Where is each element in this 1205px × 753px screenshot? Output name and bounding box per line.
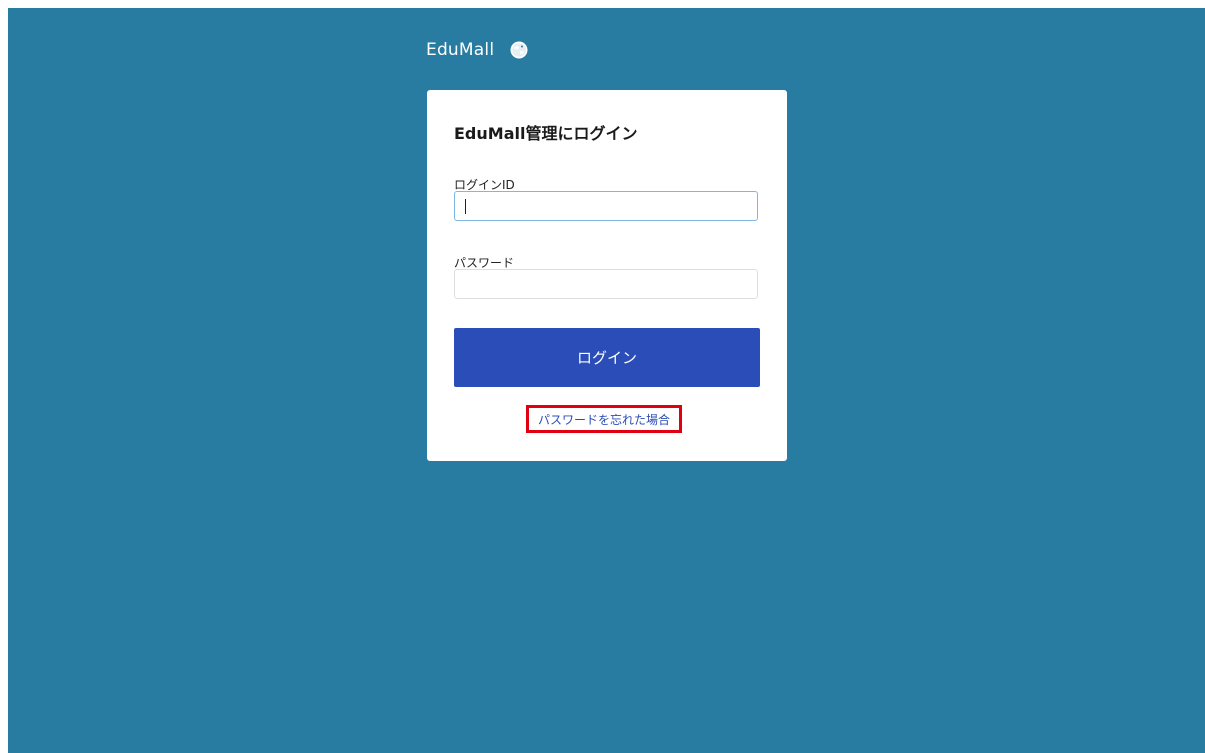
login-card: EduMall管理にログイン ログインID パスワード ログイン パスワードを忘… xyxy=(427,90,787,461)
login-button[interactable]: ログイン xyxy=(454,328,760,387)
edumall-logo: EduMall xyxy=(426,39,528,61)
login-id-input[interactable] xyxy=(454,191,758,221)
forgot-password-link[interactable]: パスワードを忘れた場合 xyxy=(526,405,682,433)
login-title: EduMall管理にログイン xyxy=(454,124,638,143)
logo-text: EduMall xyxy=(426,40,495,60)
page-background: EduMall EduMall管理にログイン ログインID パスワード ログイン… xyxy=(8,8,1205,753)
text-caret xyxy=(465,199,466,214)
globe-icon xyxy=(510,41,528,59)
password-input[interactable] xyxy=(454,269,758,299)
